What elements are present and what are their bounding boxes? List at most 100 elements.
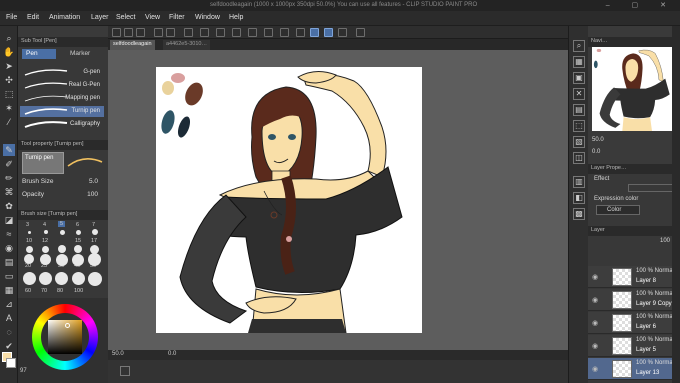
size-option[interactable]: 60: [25, 288, 31, 294]
layer-row[interactable]: ◉ 100 % Normal Layer 9 Copy: [588, 289, 680, 311]
opacity-value[interactable]: 100: [87, 191, 98, 198]
brush-icon[interactable]: ✏: [3, 172, 15, 184]
layer-opacity[interactable]: 100: [660, 238, 670, 244]
new-canvas-button[interactable]: [112, 28, 121, 37]
angle-value[interactable]: 0.0: [168, 351, 176, 357]
save-button[interactable]: [136, 28, 145, 37]
command-icon[interactable]: ◫: [573, 152, 585, 164]
size-option[interactable]: 100: [74, 288, 83, 294]
frame-icon[interactable]: ▦: [3, 284, 15, 296]
size-dot[interactable]: [56, 254, 68, 266]
command-icon[interactable]: ▥: [573, 176, 585, 188]
balloon-icon[interactable]: ◌: [3, 326, 15, 338]
size-dot[interactable]: [72, 272, 85, 285]
size-option[interactable]: 3: [26, 222, 29, 228]
decoration-icon[interactable]: ✿: [3, 200, 15, 212]
size-dot[interactable]: [60, 230, 65, 235]
brush-calligraphy[interactable]: Calligraphy: [20, 119, 104, 130]
size-dot[interactable]: [88, 272, 102, 286]
command-icon[interactable]: ⌕: [573, 40, 585, 52]
command-icon[interactable]: ▩: [573, 208, 585, 220]
deselect-button[interactable]: [232, 28, 241, 37]
fill-button[interactable]: [216, 28, 225, 37]
size-option[interactable]: 7: [92, 222, 95, 228]
crop-button[interactable]: [264, 28, 273, 37]
command-icon[interactable]: ▤: [573, 104, 585, 116]
close-button[interactable]: ✕: [660, 2, 676, 9]
layer-row[interactable]: ◉ 100 % Normal Layer 8: [588, 266, 680, 288]
command-icon[interactable]: ◧: [573, 192, 585, 204]
brush-size-value[interactable]: 5.0: [89, 178, 98, 185]
blend-icon[interactable]: ≈: [3, 228, 15, 240]
color-picker-handle[interactable]: [65, 323, 70, 328]
opacity-row[interactable]: Opacity 100: [22, 191, 106, 201]
zoom-value[interactable]: 50.0: [112, 351, 124, 357]
hand-icon[interactable]: ✋: [3, 46, 15, 58]
size-option[interactable]: 70: [41, 288, 47, 294]
snap-special-ruler-button[interactable]: [310, 28, 319, 37]
redo-button[interactable]: [166, 28, 175, 37]
eye-icon[interactable]: ◉: [592, 319, 598, 327]
ruler-icon[interactable]: ⊿: [3, 298, 15, 310]
size-option[interactable]: 10: [26, 238, 32, 244]
delete-icon[interactable]: ✕: [573, 88, 585, 100]
size-dot[interactable]: [72, 254, 84, 266]
auto-select-icon[interactable]: ✶: [3, 102, 15, 114]
figure-icon[interactable]: ▭: [3, 270, 15, 282]
command-icon[interactable]: ▦: [573, 56, 585, 68]
panel-scrollbar[interactable]: [672, 26, 680, 383]
settings-icon[interactable]: [184, 28, 193, 37]
size-dot[interactable]: [28, 231, 31, 234]
menu-select[interactable]: Select: [116, 14, 135, 21]
menu-edit[interactable]: Edit: [27, 14, 39, 21]
navigator-zoom[interactable]: 50.0: [592, 137, 604, 143]
size-option[interactable]: 80: [57, 288, 63, 294]
navigator-thumbnail[interactable]: [592, 47, 676, 131]
layer-row[interactable]: ◉ 100 % Normal Layer 6: [588, 312, 680, 334]
size-option[interactable]: 6: [76, 222, 79, 228]
size-dot[interactable]: [76, 230, 81, 235]
toggle-panel-icon[interactable]: [120, 366, 130, 376]
brush-size-row[interactable]: Brush Size 5.0: [22, 178, 106, 188]
fill-icon[interactable]: ◉: [3, 242, 15, 254]
tab-second-doc[interactable]: a4462e5-3010…: [163, 40, 210, 50]
brush-mapping-pen[interactable]: Mapping pen: [20, 93, 104, 104]
eyedropper-icon[interactable]: ⁄: [3, 116, 15, 128]
eye-icon[interactable]: ◉: [592, 342, 598, 350]
extra-command-button[interactable]: [356, 28, 365, 37]
hue-ring[interactable]: [32, 304, 98, 370]
brush-turnip-pen[interactable]: Turnip pen: [20, 106, 104, 117]
transform-button[interactable]: [280, 28, 289, 37]
size-dot[interactable]: [88, 253, 101, 266]
effect-buttons[interactable]: [628, 184, 676, 192]
eye-icon[interactable]: ◉: [592, 273, 598, 281]
command-icon[interactable]: ▣: [573, 72, 585, 84]
maximize-button[interactable]: ▢: [632, 2, 649, 9]
eye-icon[interactable]: ◉: [592, 296, 598, 304]
eraser-icon[interactable]: ◪: [3, 214, 15, 226]
size-dot[interactable]: [44, 230, 48, 234]
gradient-icon[interactable]: ▤: [3, 256, 15, 268]
menu-animation[interactable]: Animation: [49, 14, 80, 21]
canvas-area[interactable]: [108, 50, 568, 350]
invert-selection-button[interactable]: [248, 28, 257, 37]
tab-selfdoodleagain[interactable]: selfdoodleagain: [110, 40, 155, 50]
window-controls[interactable]: – ▢ ✕: [606, 1, 676, 9]
menu-file[interactable]: File: [6, 14, 17, 21]
size-dot[interactable]: [40, 254, 51, 265]
layer-row-selected[interactable]: ◉ 100 % Normal Layer 13: [588, 358, 680, 380]
size-dot[interactable]: [55, 272, 68, 285]
snap-ruler-button[interactable]: [296, 28, 305, 37]
snap-grid-button[interactable]: [324, 28, 333, 37]
menu-window[interactable]: Window: [195, 14, 220, 21]
size-option[interactable]: 17: [91, 238, 97, 244]
brush-gpen[interactable]: G-pen: [20, 67, 104, 78]
size-dot[interactable]: [92, 229, 98, 235]
size-dot[interactable]: [58, 245, 66, 253]
command-icon[interactable]: ⬚: [573, 120, 585, 132]
tab-marker[interactable]: Marker: [66, 49, 102, 59]
airbrush-icon[interactable]: ⌘: [3, 186, 15, 198]
size-dot[interactable]: [74, 245, 82, 253]
size-dot[interactable]: [39, 272, 52, 285]
pen-icon[interactable]: ✎: [3, 144, 15, 156]
